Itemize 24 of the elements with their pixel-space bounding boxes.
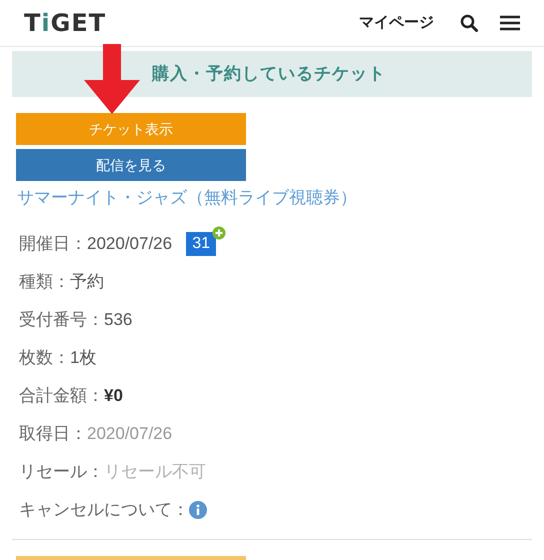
detail-label: 合計金額： <box>19 385 104 408</box>
detail-value: 2020/07/26 <box>87 233 172 256</box>
menu-icon[interactable] <box>500 15 520 31</box>
detail-value: リセール不可 <box>104 461 206 484</box>
info-icon[interactable] <box>189 501 207 519</box>
section-header: 購入・予約しているチケット <box>12 51 532 97</box>
detail-label: 開催日： <box>19 233 87 256</box>
mypage-link[interactable]: マイページ <box>359 12 434 34</box>
detail-value: 1枚 <box>70 347 96 370</box>
detail-value: 2020/07/26 <box>87 423 172 446</box>
detail-label: 取得日： <box>19 423 87 446</box>
detail-label: リセール： <box>19 461 104 484</box>
detail-value: ¥0 <box>104 385 123 408</box>
detail-value: 536 <box>104 309 132 332</box>
detail-label: 受付番号： <box>19 309 104 332</box>
detail-label: キャンセルについて： <box>19 499 189 522</box>
arrow-icon <box>84 44 140 114</box>
event-link[interactable]: サマーナイト・ジャズ（無料ライブ視聴券） <box>17 188 357 207</box>
search-icon[interactable] <box>460 14 478 32</box>
detail-label: 種類： <box>19 271 70 294</box>
detail-value: 予約 <box>70 271 104 294</box>
detail-label: 枚数： <box>19 347 70 370</box>
action-button[interactable]: 配信を見る <box>16 149 246 181</box>
logo[interactable]: TiGET <box>24 5 106 41</box>
